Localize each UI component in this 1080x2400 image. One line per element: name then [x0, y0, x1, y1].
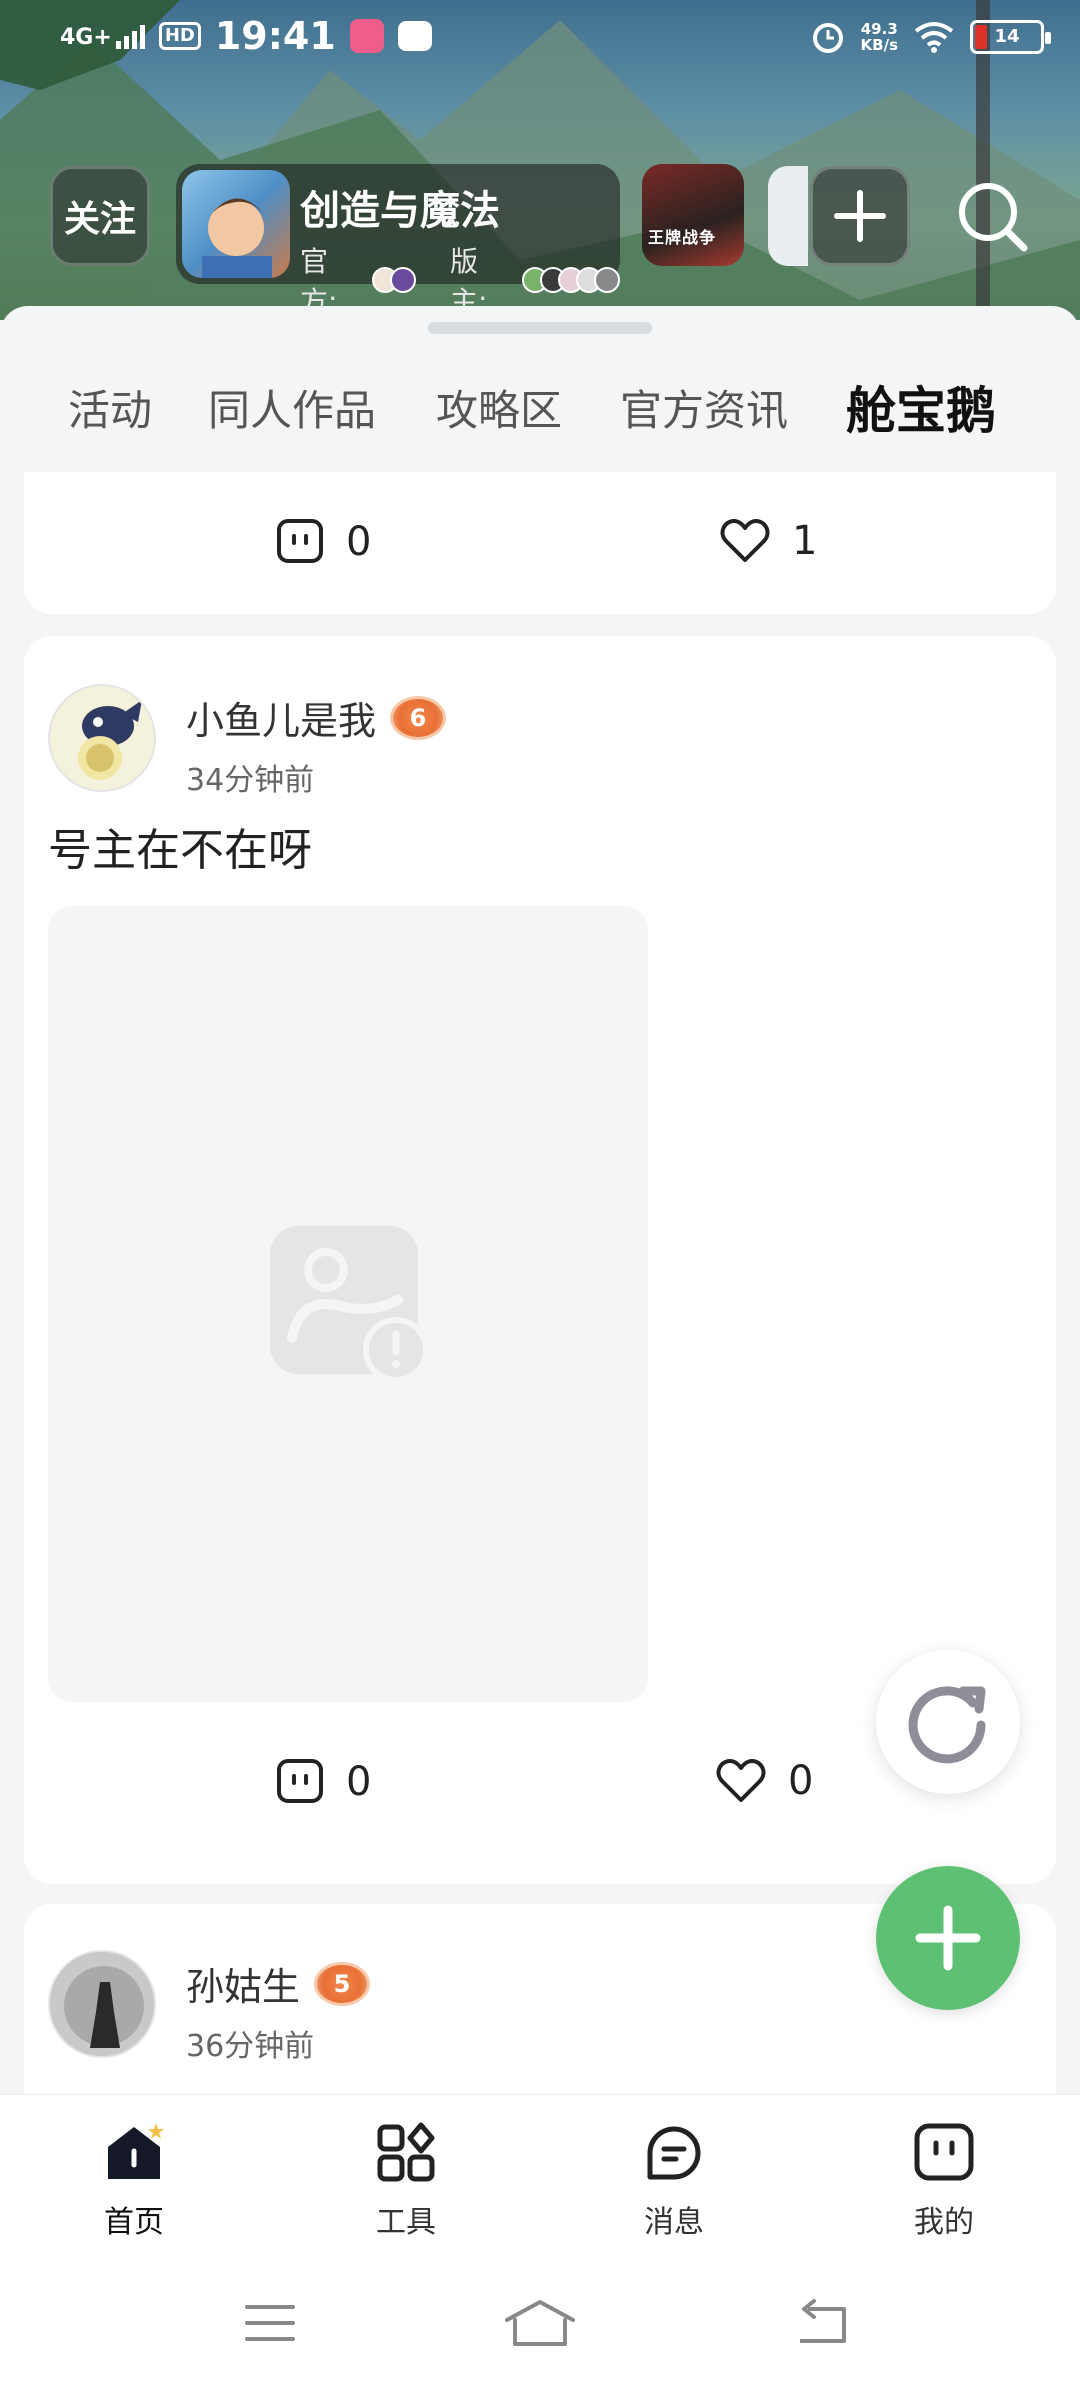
- follow-button[interactable]: 关注: [50, 166, 150, 266]
- profile-icon: [914, 2123, 974, 2181]
- broken-image-icon: [270, 1226, 429, 1383]
- network-speed: 49.3 KB/s: [860, 20, 898, 54]
- other-game-tile-partial[interactable]: [768, 166, 808, 266]
- like-count: 1: [792, 518, 818, 564]
- comment-icon: [277, 519, 323, 563]
- heart-icon: [716, 1759, 766, 1802]
- nav-profile[interactable]: 我的: [864, 2121, 1024, 2241]
- search-icon[interactable]: [952, 176, 1032, 256]
- nav-label: 消息: [644, 2205, 704, 2240]
- refresh-icon: [908, 1686, 986, 1764]
- refresh-button[interactable]: [876, 1650, 1020, 1794]
- like-count: 0: [788, 1758, 814, 1804]
- post-time: 36分钟前: [186, 2029, 315, 2064]
- tools-icon: [377, 2122, 435, 2182]
- tab-guides[interactable]: 攻略区: [436, 376, 562, 446]
- game-title: 创造与魔法: [300, 188, 500, 234]
- like-button[interactable]: 1: [720, 518, 817, 564]
- battery-icon: 14: [970, 20, 1051, 54]
- post-card[interactable]: 0 1: [24, 472, 1056, 614]
- post-time: 34分钟前: [186, 763, 315, 798]
- robot-notification-icon: [397, 21, 432, 51]
- post-image-placeholder[interactable]: [48, 906, 648, 1702]
- message-icon: [647, 2126, 701, 2180]
- sheet-drag-handle[interactable]: [428, 322, 652, 334]
- wifi-icon: [914, 22, 954, 53]
- comment-button[interactable]: 0: [276, 1758, 371, 1806]
- plus-icon: [915, 1905, 981, 1971]
- add-game-button[interactable]: [810, 166, 910, 266]
- level-badge: 5: [314, 1961, 371, 2006]
- nav-label: 首页: [104, 2205, 164, 2240]
- status-bar: 4G+ HD 19:41 49.3 KB/s 14: [0, 0, 1080, 80]
- back-button[interactable]: [762, 2288, 882, 2358]
- home-button[interactable]: [480, 2288, 600, 2358]
- hd-icon: HD: [158, 22, 201, 50]
- content-sheet: 活动 同人作品 攻略区 官方资讯 舱宝鹅 0 1 小鱼儿是我 6 34分钟前 号…: [0, 306, 1080, 2096]
- clock: 19:41: [214, 14, 336, 58]
- nav-messages[interactable]: 消息: [594, 2121, 754, 2241]
- game-thumbnail: [182, 170, 290, 278]
- menu-icon: [245, 2305, 295, 2341]
- bottom-navigation: 首页 工具 消息 我的: [0, 2094, 1080, 2244]
- nav-home[interactable]: 首页: [54, 2121, 214, 2241]
- heart-icon: [720, 519, 770, 562]
- tab-official-news[interactable]: 官方资讯: [620, 376, 788, 446]
- post-actions: 0 1: [24, 518, 1056, 578]
- menu-button[interactable]: [210, 2288, 330, 2358]
- home-icon: [108, 2123, 164, 2179]
- more-moderators-icon: [594, 267, 620, 293]
- system-navigation-bar: [0, 2244, 1080, 2400]
- category-tabs: 活动 同人作品 攻略区 官方资讯 舱宝鹅: [0, 376, 1080, 446]
- alarm-icon: [812, 23, 843, 53]
- other-game-tile[interactable]: 王牌战争: [642, 164, 744, 266]
- nav-label: 我的: [914, 2205, 974, 2240]
- comment-icon: [277, 1759, 323, 1803]
- like-button[interactable]: 0: [716, 1758, 813, 1804]
- header-banner: 4G+ HD 19:41 49.3 KB/s 14 关注 创造与魔法 官方: 版…: [0, 0, 1080, 320]
- back-icon: [800, 2299, 846, 2343]
- home-outline-icon: [505, 2300, 575, 2346]
- author-name[interactable]: 小鱼儿是我: [186, 690, 376, 745]
- tab-cangbaoe[interactable]: 舱宝鹅: [846, 376, 996, 446]
- app-notification-icon: [349, 19, 384, 53]
- avatar[interactable]: [48, 1950, 156, 2058]
- nav-label: 工具: [376, 2205, 436, 2240]
- comment-count: 0: [346, 1759, 372, 1805]
- post-feed: 0 1 小鱼儿是我 6 34分钟前 号主在不在呀 0 0 孙姑生 5 36分钟前: [0, 472, 1080, 2096]
- author-name[interactable]: 孙姑生: [186, 1956, 300, 2011]
- post-author[interactable]: 孙姑生 5 36分钟前: [48, 1950, 371, 2065]
- signal-icon: [115, 23, 145, 49]
- network-type: 4G+: [60, 25, 112, 50]
- post-text[interactable]: 号主在不在呀: [48, 814, 312, 878]
- tab-fan-works[interactable]: 同人作品: [208, 376, 376, 446]
- comment-count: 0: [346, 519, 372, 565]
- post-author[interactable]: 小鱼儿是我 6 34分钟前: [48, 684, 447, 799]
- tab-activity[interactable]: 活动: [68, 376, 152, 446]
- level-badge: 6: [390, 695, 447, 740]
- comment-button[interactable]: 0: [276, 518, 371, 566]
- official-avatar: [390, 267, 416, 293]
- nav-tools[interactable]: 工具: [326, 2121, 486, 2241]
- plus-icon: [834, 190, 886, 242]
- avatar[interactable]: [48, 684, 156, 792]
- current-game-card[interactable]: 创造与魔法 官方: 版主:: [176, 164, 620, 318]
- create-post-button[interactable]: [876, 1866, 1020, 2010]
